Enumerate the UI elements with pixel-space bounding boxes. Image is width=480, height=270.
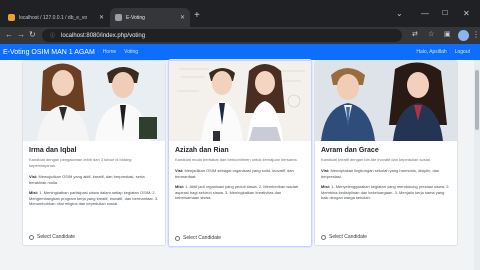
new-tab-button[interactable]: + xyxy=(194,10,200,22)
select-candidate-label: Select Candidate xyxy=(329,234,368,240)
page-scrollbar[interactable] xyxy=(474,60,480,270)
candidate-card: Irma dan Iqbal Kandidat dengan pengalama… xyxy=(22,60,166,246)
candidate-subtitle: Kandidat dengan pengalaman lebih dari 3 … xyxy=(29,157,132,168)
tab-close-icon[interactable]: ✕ xyxy=(99,14,104,21)
scrollbar-thumb[interactable] xyxy=(475,70,479,130)
misi-label: Misi: xyxy=(29,190,39,195)
candidate-visi: Visi: Mewujudkan OSIM yang aktif, kreati… xyxy=(29,174,159,185)
candidate-misi: Misi: 1. Meningkatkan partisipasi siswa … xyxy=(29,190,159,207)
site-info-icon[interactable]: ⓘ xyxy=(50,32,55,39)
candidate-misi: Misi: 1. Aktif jadi organisasi yang pedu… xyxy=(175,184,305,201)
candidate-card: Azizah dan Rian Kandidat muda berbakat d… xyxy=(168,60,312,247)
translate-icon[interactable]: ⇄ xyxy=(412,30,418,40)
tab-title: E-Voting xyxy=(126,14,145,21)
bookmark-star-icon[interactable]: ☆ xyxy=(428,30,434,40)
select-candidate-option[interactable]: Select Candidate xyxy=(175,235,221,241)
misi-label: Misi: xyxy=(321,184,331,189)
candidate-misi: Misi: 1. Menyelenggarakan kegiatan yang … xyxy=(321,184,451,201)
extensions-icon[interactable]: ▣ xyxy=(444,30,451,40)
back-icon[interactable]: ← xyxy=(5,30,13,40)
profile-avatar[interactable] xyxy=(458,30,469,41)
tab-search-icon[interactable]: ⌄ xyxy=(396,9,403,18)
candidate-card: Avram dan Grace Kandidat kreatif dengan … xyxy=(314,60,458,246)
visi-text: Menciptakan lingkungan sekolah yang harm… xyxy=(321,168,440,179)
browser-menu-icon[interactable]: ⋮ xyxy=(472,30,480,39)
browser-tab-phpmyadmin[interactable]: localhost / 127.0.0.1 / db_e_vo ✕ xyxy=(3,8,109,27)
candidate-name: Irma dan Iqbal xyxy=(29,147,77,154)
reload-icon[interactable]: ↻ xyxy=(29,30,36,40)
minimize-icon[interactable]: — xyxy=(421,9,429,18)
misi-label: Misi: xyxy=(175,184,185,189)
url-text: localhost:8080/index.php/voting xyxy=(61,32,146,39)
tab-close-icon[interactable]: ✕ xyxy=(180,14,185,21)
logout-link[interactable]: Logout xyxy=(455,49,470,55)
navbar-right: Halo, Apsillah Logout xyxy=(416,49,470,55)
window-close-icon[interactable]: ✕ xyxy=(463,9,470,18)
tab-favicon-icon xyxy=(115,14,122,21)
tab-favicon-icon xyxy=(8,14,15,21)
app-navbar: E-Voting OSIM MAN 1 AGAM Home Voting Hal… xyxy=(0,44,480,60)
visi-text: Menjadikan OSIM sebagai organisasi yang … xyxy=(175,168,294,179)
select-candidate-label: Select Candidate xyxy=(37,234,76,240)
visi-label: Visi: xyxy=(29,174,38,179)
candidate-photo xyxy=(315,61,457,141)
forward-icon[interactable]: → xyxy=(17,30,25,40)
tab-title: localhost / 127.0.0.1 / db_e_vo xyxy=(19,14,88,21)
candidate-photo xyxy=(169,61,311,141)
user-greeting: Halo, Apsillah xyxy=(416,49,447,55)
candidate-name: Avram dan Grace xyxy=(321,147,379,154)
select-candidate-option[interactable]: Select Candidate xyxy=(29,234,75,240)
browser-tab-evoting[interactable]: E-Voting ✕ xyxy=(110,8,190,27)
nav-link-home[interactable]: Home xyxy=(103,49,116,55)
candidate-subtitle: Kandidat kreatif dengan ide-ide inovatif… xyxy=(321,157,431,162)
nav-link-voting[interactable]: Voting xyxy=(124,49,138,55)
browser-toolbar: ← → ↻ ⓘ localhost:8080/index.php/voting … xyxy=(0,27,480,44)
visi-label: Visi: xyxy=(321,168,330,173)
misi-text: 1. Menyelenggarakan kegiatan yang menduk… xyxy=(321,184,450,200)
candidate-subtitle: Kandidat muda berbakat dan berkomitmen u… xyxy=(175,157,298,162)
candidate-visi: Visi: Menjadikan OSIM sebagai organisasi… xyxy=(175,168,305,179)
app-brand[interactable]: E-Voting OSIM MAN 1 AGAM xyxy=(3,49,95,56)
select-candidate-label: Select Candidate xyxy=(183,235,222,241)
visi-label: Visi: xyxy=(175,168,184,173)
select-candidate-option[interactable]: Select Candidate xyxy=(321,234,367,240)
candidate-name: Azizah dan Rian xyxy=(175,147,229,154)
main-content: Irma dan Iqbal Kandidat dengan pengalama… xyxy=(0,60,480,270)
browser-tabstrip: localhost / 127.0.0.1 / db_e_vo ✕ E-Voti… xyxy=(0,0,480,27)
select-candidate-radio[interactable] xyxy=(321,234,326,240)
address-bar[interactable]: ⓘ localhost:8080/index.php/voting xyxy=(42,29,402,42)
select-candidate-radio[interactable] xyxy=(29,234,34,240)
maximize-icon[interactable]: ☐ xyxy=(442,9,448,17)
select-candidate-radio[interactable] xyxy=(175,235,180,241)
candidate-visi: Visi: Menciptakan lingkungan sekolah yan… xyxy=(321,168,451,179)
candidate-photo xyxy=(23,61,165,141)
misi-text: 1. Aktif jadi organisasi yang peduli sis… xyxy=(175,184,299,200)
misi-text: 1. Meningkatkan partisipasi siswa dalam … xyxy=(29,190,159,206)
visi-text: Mewujudkan OSIM yang aktif, kreatif, dan… xyxy=(29,174,145,185)
